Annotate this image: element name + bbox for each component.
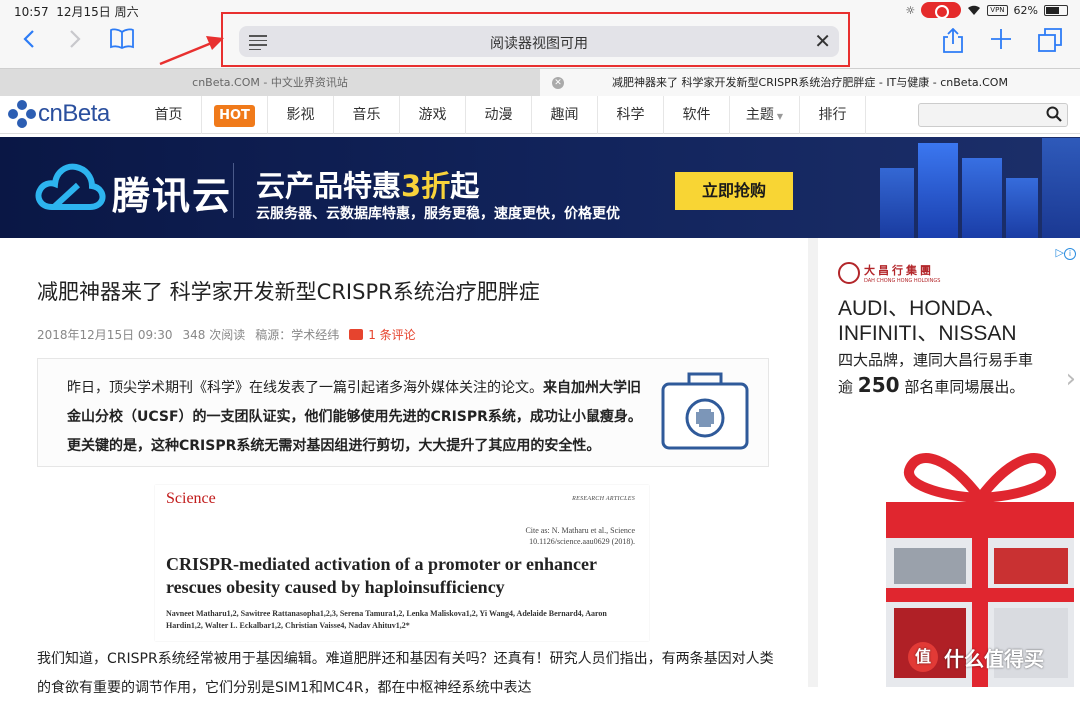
hot-badge: HOT [214, 105, 255, 127]
search-input[interactable] [918, 103, 1068, 127]
tab-bar: cnBeta.COM - 中文业界资讯站 ✕ 减肥神器来了 科学家开发新型CRI… [0, 68, 1080, 96]
watermark-text: 什么值得买 [944, 646, 1044, 671]
ad-sidebar-dch[interactable]: i ▷ 大昌行集團 DAH CHONG HONG HOLDINGS AUDI、H… [818, 238, 1080, 687]
cnbeta-logo[interactable]: cnBeta [8, 100, 110, 128]
buy-now-button[interactable]: 立即抢购 [675, 172, 793, 210]
bookmarks-icon[interactable] [107, 28, 137, 58]
nav-item-video[interactable]: 影视 [268, 96, 334, 134]
tabs-overview-icon[interactable] [1035, 28, 1065, 58]
watermark: 值 什么值得买 [908, 642, 1044, 672]
paper-journal: Science [166, 490, 216, 507]
nav-item-fun[interactable]: 趣闻 [532, 96, 598, 134]
search-icon[interactable] [1046, 106, 1062, 126]
ad-brands: AUDI、HONDA、 INFINITI、NISSAN [838, 297, 1017, 345]
nav-item-anime[interactable]: 动漫 [466, 96, 532, 134]
paper-authors: Navneet Matharu1,2, Sawitree Rattanasoph… [166, 609, 607, 630]
nav-item-ranking[interactable]: 排行 [800, 96, 866, 134]
battery-percent: 62% [1013, 3, 1038, 17]
nav-item-science[interactable]: 科学 [598, 96, 664, 134]
paper-section: RESEARCH ARTICLES [572, 496, 635, 502]
dch-name-en: DAH CHONG HONG HOLDINGS [864, 278, 941, 284]
wifi-icon [968, 5, 981, 15]
annotation-arrow [159, 36, 224, 66]
tab-cnbeta-home[interactable]: cnBeta.COM - 中文业界资讯站 [0, 69, 540, 96]
ad-text: 四大品牌，連同大昌行易手車 逾 250 部名車同場展出。 [838, 351, 1034, 397]
nav-item-software[interactable]: 软件 [664, 96, 730, 134]
article-source: 稿源：学术经纬 [255, 328, 340, 342]
ad-info-icon[interactable]: i [1064, 248, 1076, 260]
article-date: 2018年12月15日 09:30 [37, 328, 173, 342]
dch-seal-icon [838, 262, 860, 284]
ad-close-icon[interactable]: ▷ [1056, 246, 1064, 259]
article-meta: 2018年12月15日 09:30 348 次阅读 稿源：学术经纬 1 条评论 [37, 326, 416, 343]
site-nav: cnBeta 首页 HOT 影视 音乐 游戏 动漫 趣闻 科学 软件 主题 ▼ 排… [0, 96, 1080, 134]
chevron-right-icon[interactable]: › [1066, 364, 1076, 394]
nav-item-home[interactable]: 首页 [136, 96, 202, 134]
medical-kit-icon [661, 372, 749, 450]
vpn-badge: VPN [987, 4, 1008, 16]
article-views: 348 次阅读 [182, 328, 246, 342]
paper-screenshot: Science RESEARCH ARTICLES Cite as: N. Ma… [155, 485, 649, 641]
dch-logo: 大昌行集團 DAH CHONG HONG HOLDINGS [838, 262, 940, 284]
cnbeta-logo-icon [8, 100, 36, 128]
article-content: 减肥神器来了 科学家开发新型CRISPR系统治疗肥胖症 2018年12月15日 … [0, 238, 808, 696]
tab-article[interactable]: ✕ 减肥神器来了 科学家开发新型CRISPR系统治疗肥胖症 - IT与健康 - … [540, 69, 1080, 96]
tab-title: cnBeta.COM - 中文业界资讯站 [192, 76, 348, 89]
nav-item-games[interactable]: 游戏 [400, 96, 466, 134]
paper-title: CRISPR-mediated activation of a promoter… [166, 554, 597, 597]
battery-icon [1044, 4, 1068, 16]
nav-item-hot[interactable]: HOT [202, 96, 268, 134]
ad-banner-tencent-cloud[interactable]: 腾讯云 云产品特惠3折起 云服务器、云数据库特惠，服务更稳，速度更快，价格更优 … [0, 137, 1080, 238]
comments-link[interactable]: 1 条评论 [349, 326, 416, 343]
status-right: ☼ VPN 62% [905, 2, 1068, 19]
banner-subtitle: 云服务器、云数据库特惠，服务更稳，速度更快，价格更优 [256, 206, 620, 222]
comment-icon [349, 329, 364, 340]
back-icon[interactable] [14, 28, 44, 58]
forward-icon[interactable] [60, 28, 90, 58]
dch-name-cn: 大昌行集團 [864, 264, 934, 277]
new-tab-icon[interactable] [986, 28, 1016, 58]
article-summary: 昨日，顶尖学术期刊《科学》在线发表了一篇引起诸多海外媒体关注的论文。来自加州大学… [37, 358, 769, 467]
chevron-down-icon: ▼ [776, 112, 784, 121]
annotation-highlight-box [221, 12, 850, 67]
zdm-logo-icon: 值 [908, 642, 938, 672]
screen-record-icon [921, 2, 962, 19]
nav-item-music[interactable]: 音乐 [334, 96, 400, 134]
paper-cite: Cite as: N. Matharu et al., Science 10.1… [525, 526, 635, 546]
banner-headline: 云产品特惠3折起 [256, 169, 480, 203]
logo-text: cnBeta [38, 100, 110, 127]
brightness-icon: ☼ [905, 3, 916, 17]
tencent-cloud-logo-icon [35, 163, 106, 210]
share-icon[interactable] [938, 27, 968, 58]
status-time-date: 10:57 12月15日 周六 [14, 5, 139, 19]
tab-title: 减肥神器来了 科学家开发新型CRISPR系统治疗肥胖症 - IT与健康 - cn… [612, 76, 1008, 89]
article-title: 减肥神器来了 科学家开发新型CRISPR系统治疗肥胖症 [37, 280, 540, 304]
summary-text: 昨日，顶尖学术期刊《科学》在线发表了一篇引起诸多海外媒体关注的论文。来自加州大学… [67, 380, 642, 454]
tab-close-icon[interactable]: ✕ [552, 77, 564, 89]
nav-item-topics[interactable]: 主题 ▼ [730, 96, 800, 134]
banner-brand: 腾讯云 [112, 174, 233, 218]
article-body-paragraph: 我们知道，CRISPR系统经常被用于基因编辑。难道肥胖还和基因有关吗？还真有！研… [37, 651, 774, 696]
